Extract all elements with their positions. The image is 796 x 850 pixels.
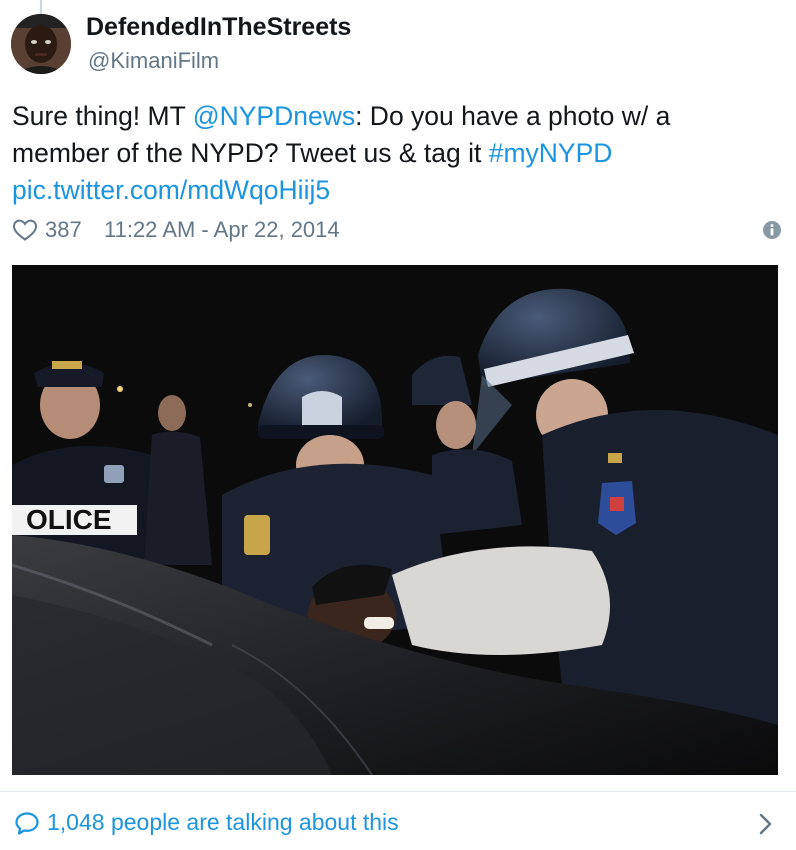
conversation-count-link[interactable]: 1,048 people are talking about this <box>47 809 399 836</box>
media-link[interactable]: pic.twitter.com/mdWqoHiij5 <box>12 175 330 205</box>
hashtag-link[interactable]: #myNYPD <box>489 138 613 168</box>
police-patch-text: OLICE <box>26 504 112 535</box>
speech-bubble-icon <box>15 812 39 835</box>
thread-line <box>40 0 42 14</box>
tweet-text-part1: Sure thing! MT <box>12 101 193 131</box>
tweet-meta: 387 11:22 AM - Apr 22, 2014 <box>12 212 784 248</box>
tweet-photo[interactable]: OLICE <box>12 265 778 775</box>
heart-icon[interactable] <box>12 218 38 242</box>
mention-link[interactable]: @NYPDnews <box>193 101 355 131</box>
user-avatar-icon <box>11 14 71 74</box>
user-handle[interactable]: @KimaniFilm <box>88 48 219 74</box>
chevron-right-icon[interactable] <box>758 812 774 836</box>
tweet-card[interactable]: DefendedInTheStreets @KimaniFilm Sure th… <box>0 0 796 850</box>
conversation-footer[interactable]: 1,048 people are talking about this <box>0 792 796 850</box>
timestamp[interactable]: 11:22 AM - Apr 22, 2014 <box>104 217 340 243</box>
photo-image: OLICE <box>12 265 778 775</box>
tweet-text: Sure thing! MT @NYPDnews: Do you have a … <box>12 98 772 209</box>
like-count: 387 <box>45 217 82 242</box>
avatar[interactable] <box>11 14 71 74</box>
info-icon[interactable] <box>762 220 782 240</box>
display-name[interactable]: DefendedInTheStreets <box>86 13 351 42</box>
